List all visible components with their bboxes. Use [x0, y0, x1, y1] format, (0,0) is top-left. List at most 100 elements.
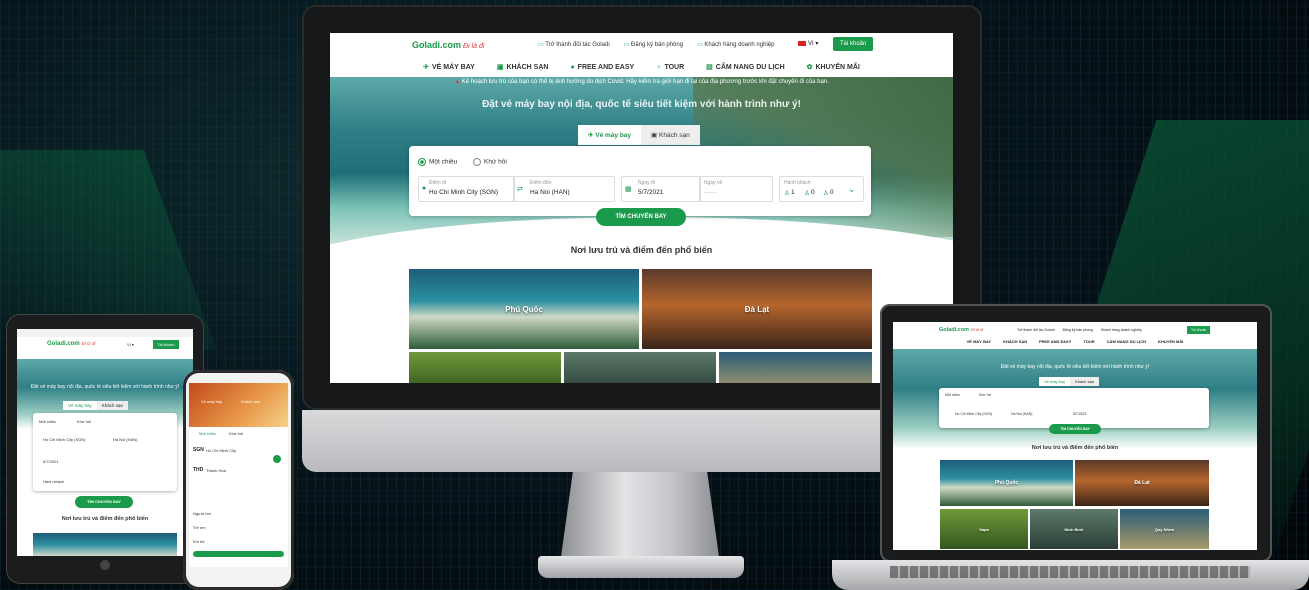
- tab-hotels[interactable]: Khách sạn: [241, 399, 260, 404]
- tab-flights[interactable]: Vé máy bay: [1039, 377, 1071, 386]
- nav-hotels[interactable]: KHÁCH SẠN: [1003, 339, 1027, 344]
- round-trip-radio[interactable]: Khứ hồi: [473, 158, 507, 166]
- tab-flights[interactable]: Vé máy bay: [63, 401, 97, 410]
- hotel-icon: ▣: [651, 132, 659, 139]
- tab-hotels[interactable]: Khách sạn: [1070, 377, 1100, 386]
- destination-card[interactable]: Đà Lạt: [1075, 460, 1209, 506]
- tab-flights[interactable]: Vé máy bay: [201, 399, 222, 404]
- destination-card[interactable]: Phú Quốc: [940, 460, 1073, 506]
- round-trip-radio[interactable]: Khứ hồi: [77, 419, 91, 424]
- site-logo[interactable]: Goladi.com Đi là đi: [47, 341, 95, 347]
- round-trip-radio[interactable]: Khứ hồi: [979, 393, 991, 397]
- nav-promotions[interactable]: KHUYẾN MÃI: [1158, 339, 1183, 344]
- depart-value[interactable]: 5/7/2021: [1073, 412, 1087, 416]
- infant-icon: ♙: [823, 190, 829, 197]
- destination-card[interactable]: [564, 352, 716, 383]
- palm-icon: ♆: [656, 63, 662, 71]
- search-flights-button[interactable]: TÌM CHUYẾN BAY: [596, 208, 686, 226]
- flight-search-form: Một chiều Khứ hồi ● Điểm đi Ho Chi Minh …: [409, 146, 871, 216]
- from-field[interactable]: ● Điểm đi Ho Chi Minh City (SGN): [418, 176, 515, 202]
- business-link[interactable]: Khách hàng doanh nghiệp: [697, 41, 774, 48]
- nav-travel-guide[interactable]: CẨM NANG DU LỊCH: [1107, 339, 1146, 344]
- one-way-radio[interactable]: Một chiều: [199, 431, 216, 436]
- destination-card[interactable]: [719, 352, 872, 383]
- one-way-radio[interactable]: Một chiều: [39, 419, 56, 424]
- popular-title: Nơi lưu trú và điểm đến phổ biến: [1031, 445, 1119, 451]
- destination-card[interactable]: Đà Lạt: [642, 269, 872, 349]
- pax-label[interactable]: Hành khách: [43, 479, 64, 484]
- destination-card[interactable]: [409, 352, 561, 383]
- nav-flights[interactable]: VÉ MÁY BAY: [967, 339, 991, 344]
- to-city[interactable]: Thanh Hóa: [206, 468, 226, 473]
- account-button[interactable]: Tài khoản: [153, 340, 179, 349]
- chevron-down-icon[interactable]: ⌄: [848, 184, 856, 195]
- partner-link[interactable]: Trở thành đối tác Goladi: [1017, 328, 1055, 332]
- search-tabs: Vé máy bay Khách sạn: [1039, 377, 1100, 386]
- one-way-radio[interactable]: Một chiều: [418, 158, 457, 166]
- destination-card[interactable]: [33, 533, 177, 556]
- search-flights-button[interactable]: [193, 551, 284, 557]
- to-value[interactable]: Ha Noi (HAN): [1011, 412, 1032, 416]
- search-flights-button[interactable]: TÌM CHUYẾN BAY: [1049, 424, 1101, 434]
- swap-icon[interactable]: [273, 455, 281, 463]
- destination-card[interactable]: Sapa: [940, 509, 1028, 549]
- to-field[interactable]: ⇄ Điểm đến Ha Noi (HAN): [513, 176, 615, 202]
- nav-flights[interactable]: ✈ VÉ MÁY BAY: [423, 63, 475, 71]
- nav-promotions[interactable]: ✿ KHUYẾN MÃI: [807, 63, 860, 71]
- tablet-home-button: [100, 560, 110, 570]
- depart-value[interactable]: 5/7/2021: [43, 459, 59, 464]
- hotel-icon: ▣: [496, 64, 504, 71]
- tab-hotels[interactable]: ▣ Khách sạn: [641, 125, 700, 145]
- nav-travel-guide[interactable]: ▤ CẨM NANG DU LỊCH: [706, 63, 784, 71]
- register-room-link[interactable]: Đăng ký bán phòng: [624, 41, 683, 48]
- site-logo[interactable]: Goladi.com Đi là đi: [939, 327, 983, 333]
- hero-title: Đặt vé máy bay nội địa, quốc tế siêu tiế…: [30, 384, 180, 390]
- nav-free-and-easy[interactable]: ● FREE AND EASY: [570, 64, 634, 71]
- globe-icon: ●: [570, 63, 575, 71]
- nav-free-and-easy[interactable]: FREE AND EASY: [1039, 339, 1071, 344]
- return-date-field[interactable]: Ngày về ------: [699, 176, 773, 202]
- destination-card[interactable]: Phú Quốc: [409, 269, 639, 349]
- round-trip-radio[interactable]: Khứ hồi: [229, 431, 243, 436]
- site-header: Goladi.comĐi là đi Trở thành đối tác Gol…: [330, 33, 953, 58]
- destination-card[interactable]: Quy Nhơn: [1120, 509, 1209, 549]
- adult-icon: ♙: [784, 190, 790, 197]
- header-links: Trở thành đối tác Goladi Đăng ký bán phò…: [538, 41, 774, 48]
- from-city[interactable]: Ho Chi Minh City: [206, 448, 236, 453]
- business-link[interactable]: Khách hàng doanh nghiệp: [1101, 328, 1142, 332]
- from-code[interactable]: SGN: [193, 447, 204, 453]
- tab-flights[interactable]: ✈ Vé máy bay: [578, 125, 642, 145]
- browser-bar: [17, 329, 193, 337]
- nav-tour[interactable]: TOUR: [1083, 339, 1094, 344]
- from-value[interactable]: Ho Chi Minh City (SGN): [955, 412, 992, 416]
- tab-hotels[interactable]: Khách sạn: [96, 401, 129, 410]
- search-tabs: ✈ Vé máy bay ▣ Khách sạn: [578, 125, 700, 145]
- pax-adults[interactable]: Người lớn: [193, 511, 211, 516]
- vn-flag-icon: [798, 40, 806, 46]
- children-count: 0: [811, 189, 815, 196]
- one-way-radio[interactable]: Một chiều: [945, 393, 960, 397]
- from-value[interactable]: Ho Chi Minh City (SGN): [43, 437, 85, 442]
- register-room-link[interactable]: Đăng ký bán phòng: [1063, 328, 1093, 332]
- hero-title: Đặt vé máy bay nội địa, quốc tế siêu tiế…: [1000, 364, 1150, 370]
- partner-link[interactable]: Trở thành đối tác Goladi: [538, 41, 609, 48]
- main-nav: VÉ MÁY BAY KHÁCH SẠN FREE AND EASY TOUR …: [893, 339, 1257, 344]
- account-button[interactable]: Tài khoản: [1187, 326, 1211, 334]
- swap-icon[interactable]: ⇄: [517, 185, 523, 193]
- language-selector[interactable]: VI ▾: [798, 40, 818, 47]
- pax-infants[interactable]: Em bé: [193, 539, 205, 544]
- destination-card[interactable]: Ninh Bình: [1030, 509, 1118, 549]
- nav-hotels[interactable]: ▣ KHÁCH SẠN: [497, 63, 549, 71]
- to-code[interactable]: THD: [193, 467, 203, 473]
- site-logo[interactable]: Goladi.com Đi là đi: [412, 40, 484, 50]
- nav-tour[interactable]: ♆ TOUR: [656, 64, 684, 71]
- search-flights-button[interactable]: TÌM CHUYẾN BAY: [75, 496, 133, 508]
- to-value[interactable]: Ha Noi (HAN): [113, 437, 137, 442]
- depart-date-field[interactable]: ▦ Ngày đi 5/7/2021: [621, 176, 701, 202]
- infants-count: 0: [830, 189, 834, 196]
- passengers-field[interactable]: Hành khách ♙ 1 ♙ 0 ♙ 0 ⌄: [779, 176, 864, 202]
- language-selector[interactable]: VI ▾: [127, 342, 134, 347]
- adults-count: 1: [791, 189, 795, 196]
- pax-children[interactable]: Trẻ em: [193, 525, 206, 530]
- account-button[interactable]: Tài khoản: [833, 37, 874, 51]
